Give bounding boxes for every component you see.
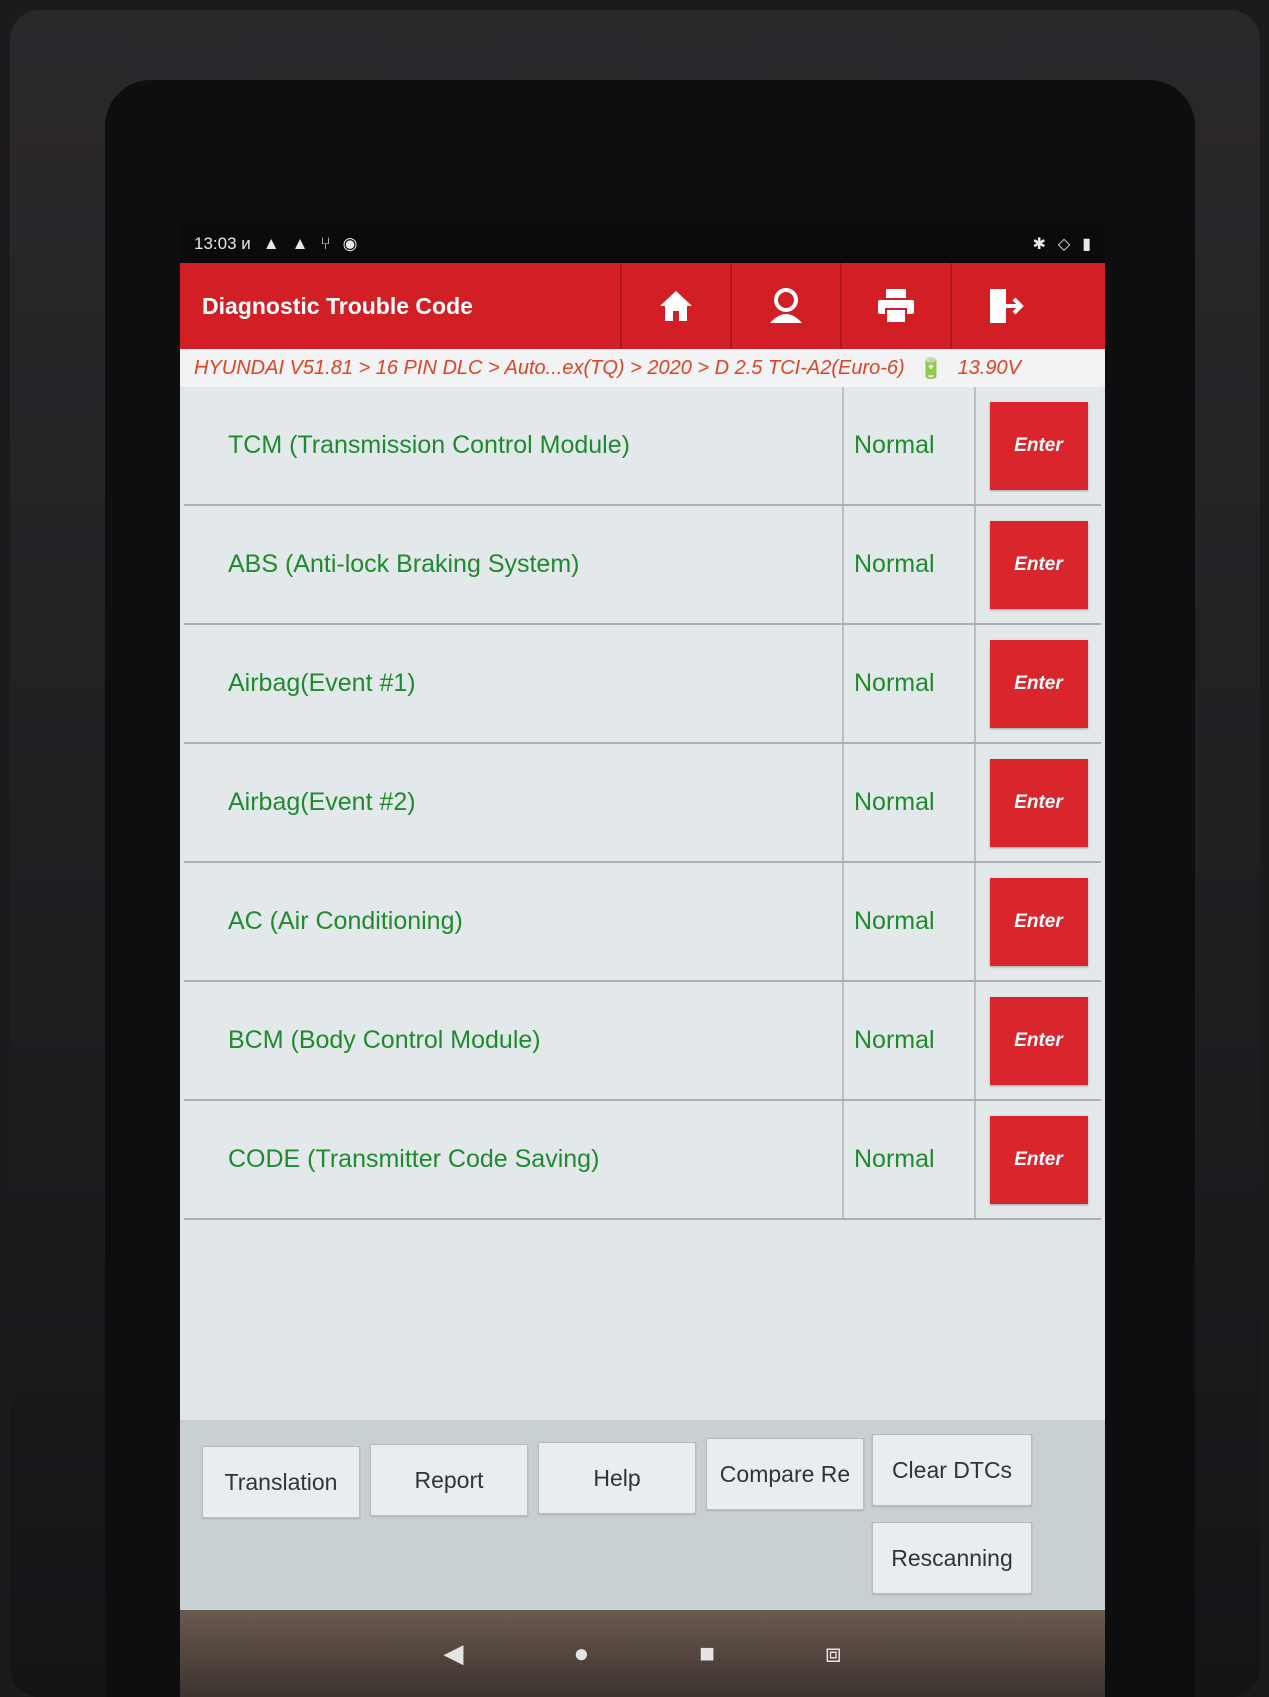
module-status: Normal [844, 1101, 976, 1218]
bottom-toolbar: Translation Report Help Compare Re Clear… [180, 1420, 1105, 1610]
print-button[interactable] [840, 263, 950, 349]
home-circle-icon[interactable]: ● [574, 1638, 590, 1669]
list-item: Airbag(Event #2) Normal Enter [184, 744, 1101, 863]
module-name: CODE (Transmitter Code Saving) [184, 1101, 844, 1218]
exit-button[interactable] [950, 263, 1060, 349]
usb-icon: ⑂ [320, 234, 331, 253]
enter-button[interactable]: Enter [989, 1115, 1088, 1204]
home-button[interactable] [620, 263, 730, 349]
warning-icon-2: ▲ [291, 234, 309, 253]
bluetooth-icon: ✱ [1032, 236, 1046, 253]
status-time: 13:03 и [194, 234, 251, 253]
tablet-screen: 13:03 и ▲ ▲ ⑂ ◉ ✱ ◇ ▮ Diagnostic Trouble… [180, 225, 1105, 1697]
warning-icon: ▲ [262, 234, 280, 253]
list-item: CODE (Transmitter Code Saving) Normal En… [184, 1101, 1101, 1220]
module-name: Airbag(Event #1) [184, 625, 844, 742]
module-name: BCM (Body Control Module) [184, 982, 844, 1099]
list-item: ABS (Anti-lock Braking System) Normal En… [184, 506, 1101, 625]
battery-voltage-icon: 🔋 [918, 357, 944, 380]
user-icon [770, 288, 802, 323]
printer-icon [878, 289, 914, 324]
list-item: BCM (Body Control Module) Normal Enter [184, 982, 1101, 1101]
enter-button[interactable]: Enter [989, 758, 1088, 847]
module-name: ABS (Anti-lock Braking System) [184, 506, 844, 623]
battery-icon: ▮ [1082, 236, 1091, 253]
enter-button[interactable]: Enter [989, 639, 1088, 728]
home-icon [660, 291, 692, 321]
enter-button[interactable]: Enter [989, 996, 1088, 1085]
module-name: AC (Air Conditioning) [184, 863, 844, 980]
compare-report-button[interactable]: Compare Re [706, 1438, 864, 1510]
wifi-icon: ◇ [1057, 236, 1071, 253]
module-name: Airbag(Event #2) [184, 744, 844, 861]
app-header: Diagnostic Trouble Code [180, 263, 1105, 349]
module-status: Normal [844, 625, 976, 742]
module-status: Normal [844, 863, 976, 980]
screenshot-icon[interactable]: ⧈ [825, 1638, 842, 1670]
module-status: Normal [844, 744, 976, 861]
back-icon[interactable]: ◀ [444, 1638, 464, 1669]
enter-button[interactable]: Enter [989, 877, 1088, 966]
rescanning-button[interactable]: Rescanning [872, 1522, 1032, 1594]
module-status: Normal [844, 506, 976, 623]
list-item: TCM (Transmission Control Module) Normal… [184, 387, 1101, 506]
enter-button[interactable]: Enter [989, 401, 1088, 490]
translation-button[interactable]: Translation [202, 1446, 360, 1518]
report-button[interactable]: Report [370, 1444, 528, 1516]
breadcrumb: HYUNDAI V51.81 > 16 PIN DLC > Auto...ex(… [180, 349, 1105, 387]
breadcrumb-path: HYUNDAI V51.81 > 16 PIN DLC > Auto...ex(… [194, 356, 905, 379]
module-status: Normal [844, 982, 976, 1099]
module-list: TCM (Transmission Control Module) Normal… [184, 387, 1101, 1220]
help-button[interactable]: Help [538, 1442, 696, 1514]
module-status: Normal [844, 387, 976, 504]
module-name: TCM (Transmission Control Module) [184, 387, 844, 504]
android-nav-bar: ◀ ● ■ ⧈ [180, 1610, 1105, 1697]
page-title: Diagnostic Trouble Code [202, 292, 473, 319]
battery-voltage: 13.90V [957, 356, 1021, 379]
settings-icon: ◉ [342, 234, 358, 253]
recents-icon[interactable]: ■ [699, 1638, 715, 1669]
list-item: AC (Air Conditioning) Normal Enter [184, 863, 1101, 982]
clear-dtcs-button[interactable]: Clear DTCs [872, 1434, 1032, 1506]
enter-button[interactable]: Enter [989, 520, 1088, 609]
list-item: Airbag(Event #1) Normal Enter [184, 625, 1101, 744]
exit-icon [990, 289, 1024, 323]
user-button[interactable] [730, 263, 840, 349]
status-bar: 13:03 и ▲ ▲ ⑂ ◉ ✱ ◇ ▮ [180, 225, 1105, 263]
